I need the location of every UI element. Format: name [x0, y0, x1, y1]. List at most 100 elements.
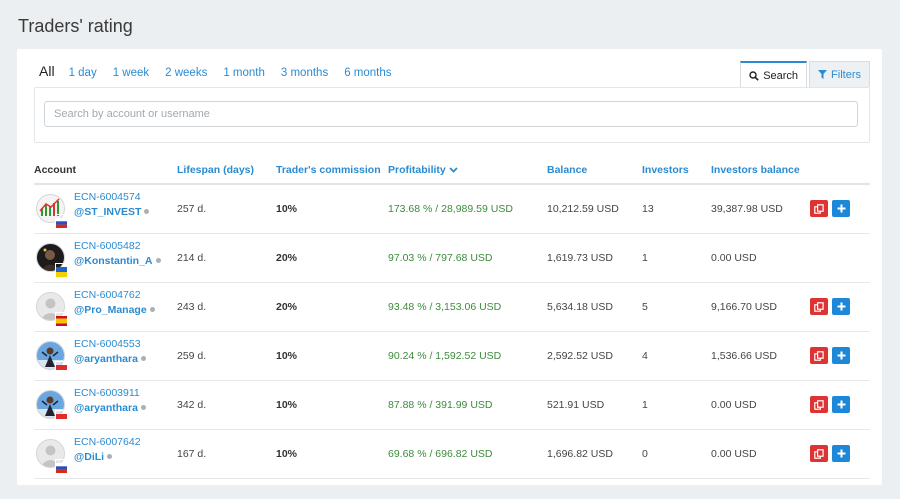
page-title: Traders' rating: [18, 16, 133, 36]
username-link[interactable]: @Konstantin_A: [74, 255, 161, 267]
col-profitability[interactable]: Profitability: [388, 164, 458, 176]
username-link[interactable]: @Pro_Manage: [74, 304, 155, 316]
username-text: @aryanthara: [74, 402, 138, 414]
balance-cell: 1,696.82 USD: [547, 448, 613, 460]
col-account: Account: [34, 164, 76, 176]
sort-desc-icon: [449, 167, 458, 173]
table-row: ECN-6005482 @Konstantin_A 214 d. 20% 97.03 %…: [34, 234, 870, 283]
username-text: @DiLi: [74, 451, 105, 463]
add-trader-button[interactable]: [832, 445, 850, 462]
status-dot-icon: [140, 356, 146, 361]
username-text: @ST_INVEST: [74, 206, 142, 218]
period-1-day[interactable]: 1 day: [69, 67, 97, 79]
add-trader-button[interactable]: [832, 298, 850, 315]
username-link[interactable]: @aryanthara: [74, 402, 146, 414]
plus-icon: [837, 449, 845, 458]
period-1-month[interactable]: 1 month: [223, 67, 265, 79]
commission-cell: 20%: [276, 301, 298, 313]
add-trader-button[interactable]: [832, 200, 850, 217]
balance-cell: 2,592.52 USD: [547, 350, 613, 362]
profitability-cell: 97.03 % / 797.68 USD: [388, 252, 493, 264]
investors-cell: 5: [642, 301, 648, 313]
col-investors-balance[interactable]: Investors balance: [711, 164, 800, 176]
period-2-weeks[interactable]: 2 weeks: [165, 67, 207, 79]
username-link[interactable]: @DiLi: [74, 451, 113, 463]
profitability-cell: 87.88 % / 391.99 USD: [388, 399, 493, 411]
investors-balance-cell: 0.00 USD: [711, 448, 757, 460]
investors-cell: 1: [642, 399, 648, 411]
copy-icon: [814, 350, 824, 361]
table-row: ECN-6007642 @DiLi 167 d. 10% 69.68 % / 696.8…: [34, 430, 870, 479]
table-row: ECN-6003911 @aryanthara 342 d. 10% 87.88 % /…: [34, 381, 870, 430]
investors-balance-cell: 39,387.98 USD: [711, 203, 783, 215]
search-input[interactable]: [44, 101, 858, 127]
account-link[interactable]: ECN-6004574: [74, 191, 141, 203]
copy-trader-button[interactable]: [810, 445, 828, 462]
status-dot-icon: [144, 209, 150, 214]
investors-cell: 0: [642, 448, 648, 460]
col-commission[interactable]: Trader's commission: [276, 164, 381, 176]
investors-balance-cell: 0.00 USD: [711, 252, 757, 264]
profitability-cell: 93.48 % / 3,153.06 USD: [388, 301, 502, 313]
tab-search[interactable]: Search: [740, 61, 808, 88]
add-trader-button[interactable]: [832, 347, 850, 364]
copy-icon: [814, 399, 824, 410]
copy-trader-button[interactable]: [810, 298, 828, 315]
copy-trader-button[interactable]: [810, 396, 828, 413]
username-text: @Pro_Manage: [74, 304, 147, 316]
period-1-week[interactable]: 1 week: [113, 67, 149, 79]
col-lifespan[interactable]: Lifespan (days): [177, 164, 254, 176]
copy-icon: [814, 448, 824, 459]
copy-icon: [814, 301, 824, 312]
username-link[interactable]: @ST_INVEST: [74, 206, 150, 218]
copy-trader-button[interactable]: [810, 200, 828, 217]
commission-cell: 10%: [276, 399, 298, 411]
username-text: @aryanthara: [74, 353, 138, 365]
investors-balance-cell: 9,166.70 USD: [711, 301, 777, 313]
balance-cell: 521.91 USD: [547, 399, 605, 411]
profitability-cell: 69.68 % / 696.82 USD: [388, 448, 493, 460]
investors-balance-cell: 0.00 USD: [711, 399, 757, 411]
period-all[interactable]: All: [39, 63, 55, 79]
lifespan-cell: 257 d.: [177, 203, 207, 215]
copy-trader-button[interactable]: [810, 347, 828, 364]
lifespan-cell: 214 d.: [177, 252, 207, 264]
country-flag-icon: [55, 361, 68, 375]
lifespan-cell: 243 d.: [177, 301, 207, 313]
table-header: Account Lifespan (days) Trader's commiss…: [34, 159, 870, 185]
investors-balance-cell: 1,536.66 USD: [711, 350, 777, 362]
balance-cell: 1,619.73 USD: [547, 252, 613, 264]
add-trader-button[interactable]: [832, 396, 850, 413]
col-profitability-label: Profitability: [388, 164, 446, 176]
period-6-months[interactable]: 6 months: [344, 67, 391, 79]
username-text: @Konstantin_A: [74, 255, 153, 267]
investors-cell: 1: [642, 252, 648, 264]
country-flag-icon: [55, 459, 68, 473]
investors-cell: 4: [642, 350, 648, 362]
username-link[interactable]: @aryanthara: [74, 353, 146, 365]
balance-cell: 5,634.18 USD: [547, 301, 613, 313]
account-link[interactable]: ECN-6004762: [74, 289, 141, 301]
country-flag-icon: [55, 214, 68, 228]
ratings-card: All 1 day 1 week 2 weeks 1 month 3 month…: [17, 49, 882, 485]
col-investors[interactable]: Investors: [642, 164, 689, 176]
search-panel: [34, 87, 870, 143]
table-row: ECN-6004553 @aryanthara 259 d. 10% 90.24 % /…: [34, 332, 870, 381]
plus-icon: [837, 400, 845, 409]
traders-table: Account Lifespan (days) Trader's commiss…: [34, 159, 870, 479]
search-icon: [749, 70, 759, 81]
account-link[interactable]: ECN-6003911: [74, 387, 140, 399]
plus-icon: [837, 204, 845, 213]
period-3-months[interactable]: 3 months: [281, 67, 328, 79]
account-link[interactable]: ECN-6007642: [74, 436, 141, 448]
tab-search-label: Search: [763, 69, 799, 82]
commission-cell: 10%: [276, 203, 298, 215]
tab-filters[interactable]: Filters: [809, 61, 870, 87]
country-flag-icon: [55, 312, 68, 326]
country-flag-icon: [55, 410, 68, 424]
commission-cell: 10%: [276, 448, 298, 460]
account-link[interactable]: ECN-6005482: [74, 240, 141, 252]
col-balance[interactable]: Balance: [547, 164, 587, 176]
account-link[interactable]: ECN-6004553: [74, 338, 141, 350]
lifespan-cell: 342 d.: [177, 399, 207, 411]
